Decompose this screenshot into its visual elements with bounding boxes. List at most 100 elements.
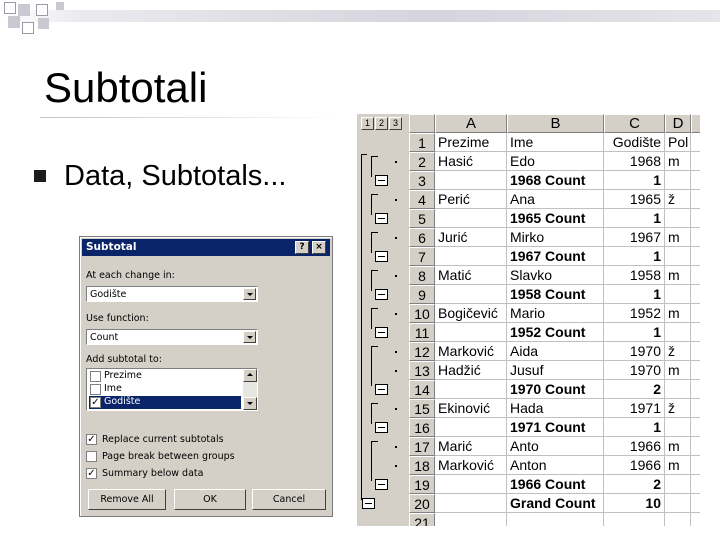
row-header[interactable]: 7 [409,247,435,266]
cell-c[interactable]: 1 [604,323,665,342]
cell-d[interactable] [665,475,691,494]
cell-a[interactable] [435,171,507,190]
row-header[interactable]: 19 [409,475,435,494]
cell-d[interactable]: m [665,304,691,323]
row-header[interactable]: 3 [409,171,435,190]
cell-d[interactable]: m [665,228,691,247]
cancel-button[interactable]: Cancel [252,489,326,510]
cell-d[interactable] [665,494,691,513]
list-item[interactable]: Prezime [89,370,241,383]
cell-d[interactable] [665,323,691,342]
cell-e[interactable] [691,190,700,209]
help-button[interactable]: ? [295,241,309,254]
chevron-down-icon[interactable] [243,331,256,343]
cell-e[interactable] [691,228,700,247]
checkbox[interactable] [86,451,97,462]
collapse-group-button[interactable] [375,326,388,338]
row-header[interactable]: 6 [409,228,435,247]
add-subtotal-list[interactable]: Prezime Ime ✓ Godište [86,368,258,411]
cell-c[interactable]: 1 [604,209,665,228]
collapse-all-button[interactable] [362,497,375,509]
cell-a[interactable]: Hadžić [435,361,507,380]
remove-all-button[interactable]: Remove All [88,489,166,510]
change-select[interactable]: Godište [86,286,258,302]
cell-c[interactable]: 1966 [604,437,665,456]
collapse-group-button[interactable] [375,478,388,490]
cell-a[interactable]: Matić [435,266,507,285]
cell-a[interactable]: Jurić [435,228,507,247]
cell-b[interactable]: Mario [507,304,604,323]
cell-a[interactable] [435,380,507,399]
cell-e[interactable] [691,437,700,456]
cell-d[interactable]: ž [665,190,691,209]
column-header[interactable]: A [435,114,507,133]
cell-c[interactable]: 10 [604,494,665,513]
cell-e[interactable] [691,285,700,304]
cell-a[interactable]: Ekinović [435,399,507,418]
cell-b[interactable]: Grand Count [507,494,604,513]
ok-button[interactable]: OK [174,489,246,510]
cell-d[interactable]: ž [665,342,691,361]
cell-e[interactable] [691,418,700,437]
cell-e[interactable] [691,133,700,152]
row-header[interactable]: 8 [409,266,435,285]
cell-b[interactable]: Ime [507,133,604,152]
cell-a[interactable]: Marić [435,437,507,456]
cell-d[interactable] [665,380,691,399]
cell-d[interactable] [665,171,691,190]
row-header[interactable]: 13 [409,361,435,380]
cell-e[interactable] [691,361,700,380]
cell-c[interactable]: 2 [604,475,665,494]
cell-b[interactable]: 1958 Count [507,285,604,304]
cell-e[interactable] [691,152,700,171]
row-header[interactable]: 2 [409,152,435,171]
cell-c[interactable]: 1970 [604,361,665,380]
cell-b[interactable]: Anto [507,437,604,456]
cell-a[interactable] [435,323,507,342]
cell-d[interactable]: Pol [665,133,691,152]
collapse-group-button[interactable] [375,212,388,224]
cell-c[interactable]: 1971 [604,399,665,418]
cell-c[interactable]: 1968 [604,152,665,171]
row-header[interactable]: 14 [409,380,435,399]
cell-e[interactable] [691,494,700,513]
collapse-group-button[interactable] [375,288,388,300]
cell-d[interactable]: m [665,437,691,456]
cell-c[interactable]: 1967 [604,228,665,247]
cell-a[interactable] [435,513,507,526]
cell-c[interactable]: 1 [604,171,665,190]
scroll-up-icon[interactable] [243,369,257,382]
cell-c[interactable]: 1966 [604,456,665,475]
cell-b[interactable]: Ana [507,190,604,209]
row-header[interactable]: 1 [409,133,435,152]
list-item[interactable]: ✓ Godište [89,396,241,409]
row-header[interactable]: 17 [409,437,435,456]
cell-b[interactable]: Aida [507,342,604,361]
cell-e[interactable] [691,266,700,285]
cell-a[interactable] [435,285,507,304]
cell-a[interactable] [435,247,507,266]
cell-c[interactable]: Godište [604,133,665,152]
cell-c[interactable]: 1958 [604,266,665,285]
cell-b[interactable]: 1968 Count [507,171,604,190]
cell-e[interactable] [691,323,700,342]
cell-a[interactable] [435,494,507,513]
row-header[interactable]: 15 [409,399,435,418]
cell-b[interactable]: 1970 Count [507,380,604,399]
cell-e[interactable] [691,475,700,494]
list-scrollbar[interactable] [243,369,257,410]
row-header[interactable]: 11 [409,323,435,342]
select-all-corner[interactable] [409,114,435,133]
checkbox[interactable]: ✓ [90,397,101,408]
column-header[interactable]: C [604,114,665,133]
cell-b[interactable] [507,513,604,526]
cell-b[interactable]: 1971 Count [507,418,604,437]
cell-a[interactable]: Perić [435,190,507,209]
cell-a[interactable]: Bogičević [435,304,507,323]
cell-e[interactable] [691,399,700,418]
checkbox[interactable]: ✓ [86,468,97,479]
cell-c[interactable]: 1952 [604,304,665,323]
cell-b[interactable]: Hada [507,399,604,418]
outline-level-3-button[interactable]: 3 [389,117,402,130]
row-header[interactable]: 16 [409,418,435,437]
